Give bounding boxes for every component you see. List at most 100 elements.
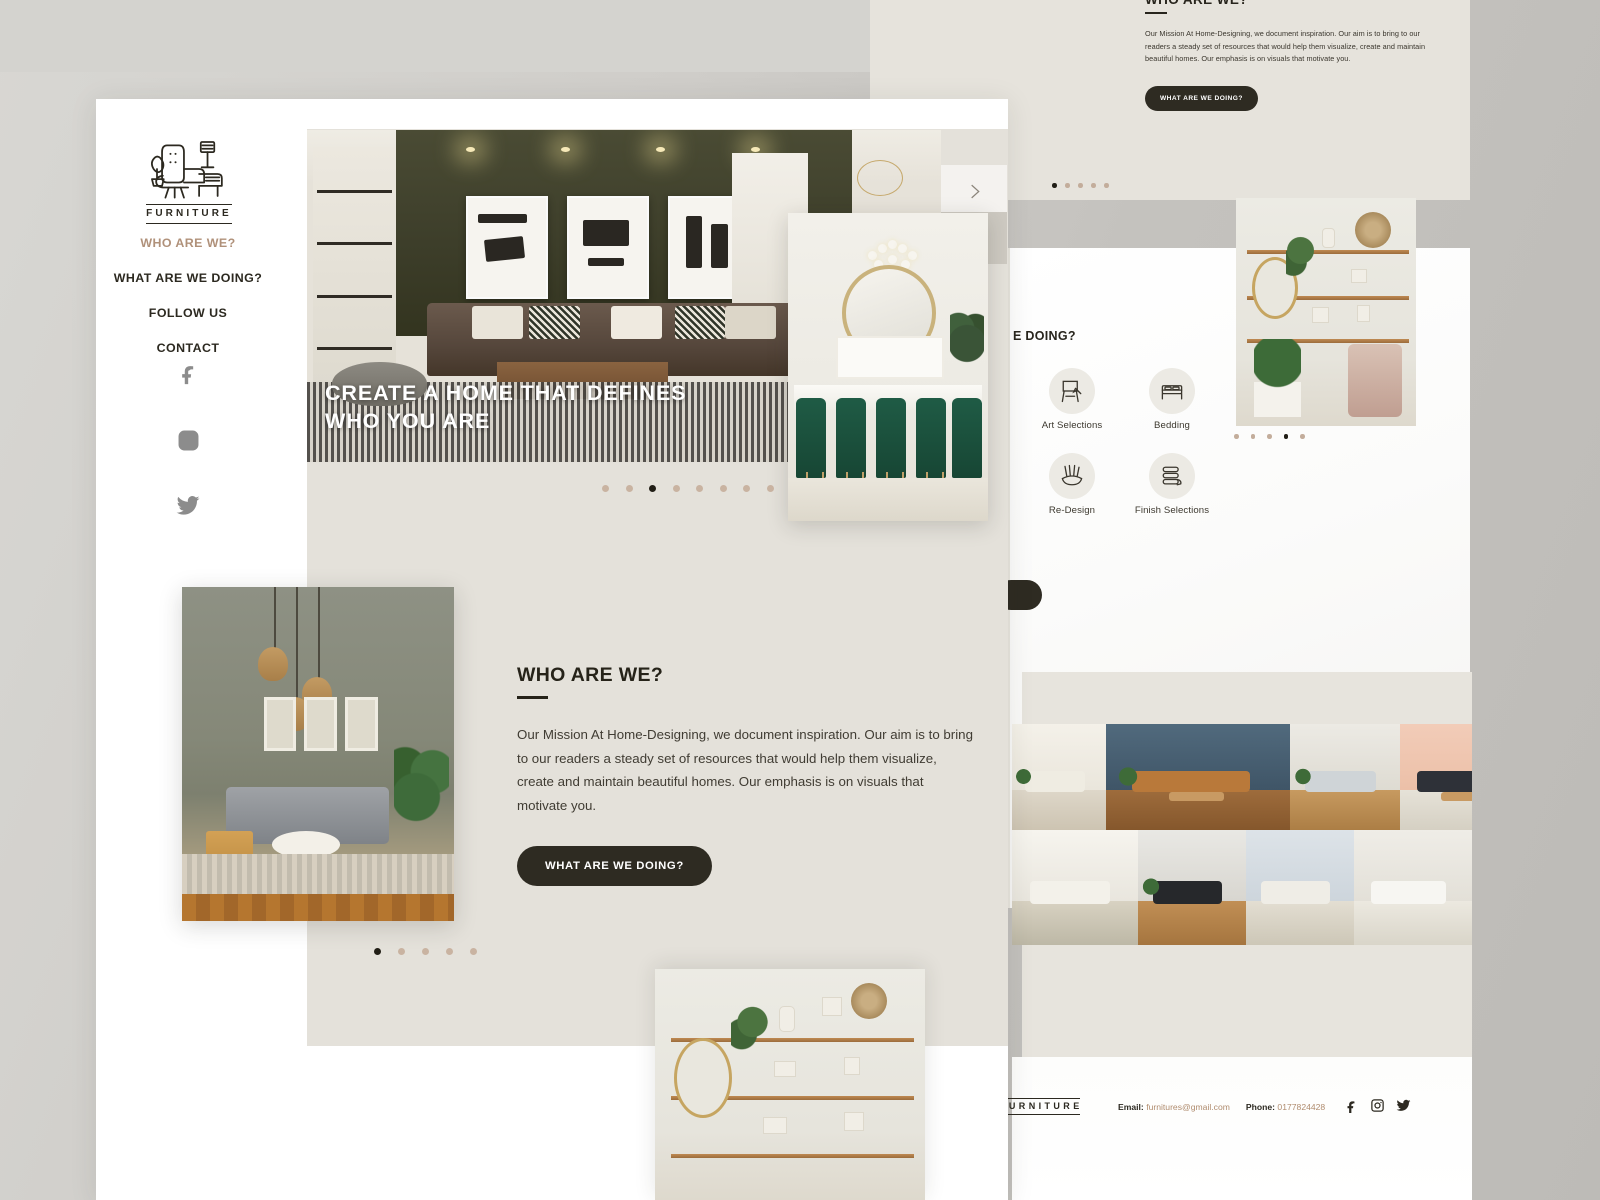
- bg-shelf-dot-3[interactable]: [1267, 434, 1272, 439]
- hero-dot-5[interactable]: [696, 485, 703, 492]
- brand-logo[interactable]: FURNITURE: [146, 137, 232, 224]
- armchair-lamp-logo-icon: [146, 137, 232, 201]
- service-label: Art Selections: [1041, 420, 1103, 431]
- instagram-icon: [1371, 1099, 1384, 1112]
- twitter-icon: [176, 496, 199, 515]
- brand-wordmark: FURNITURE: [146, 204, 232, 224]
- hero-headline-line-2: WHO YOU ARE: [325, 409, 491, 434]
- gallery-image: [1138, 830, 1246, 945]
- service-item-re-design[interactable]: Re-Design: [1022, 453, 1122, 516]
- hero-carousel-dots[interactable]: [602, 485, 774, 492]
- bg-footer: [1012, 1057, 1472, 1200]
- who-dot-1[interactable]: [374, 948, 381, 955]
- service-item-art-selections[interactable]: Art Selections: [1022, 368, 1122, 431]
- facebook-icon: [181, 366, 193, 385]
- sidebar-facebook-link[interactable]: [96, 360, 280, 386]
- gallery-image: [1012, 724, 1106, 830]
- backdrop-sheet: [0, 0, 880, 72]
- chevron-right-icon: [970, 184, 980, 198]
- bg-what-are-we-doing-button[interactable]: WHAT ARE WE DOING?: [1145, 85, 1258, 111]
- bg-hero-carousel-dots[interactable]: [1052, 183, 1109, 188]
- who-dot-3[interactable]: [422, 948, 429, 955]
- service-label: Finish Selections: [1134, 505, 1210, 516]
- hero-dot-7[interactable]: [743, 485, 750, 492]
- bottom-shelf-image: [655, 969, 925, 1200]
- bg-gallery-row-2: [1012, 830, 1472, 945]
- bg-shelf-photo: [1236, 198, 1416, 426]
- footer-phone-value[interactable]: 0177824428: [1277, 1102, 1325, 1112]
- swatch-samples-icon: [1149, 453, 1195, 499]
- bed-icon: [1149, 368, 1195, 414]
- footer-email-value[interactable]: furnitures@gmail.com: [1146, 1102, 1230, 1112]
- hero-dot-1[interactable]: [602, 485, 609, 492]
- hero-next-button[interactable]: [941, 165, 1007, 217]
- who-are-we-image: [182, 587, 454, 921]
- hero-dot-4[interactable]: [672, 485, 680, 492]
- gallery-image: [1106, 724, 1290, 830]
- bg-dot-2[interactable]: [1065, 183, 1070, 188]
- hero-dot-2[interactable]: [625, 485, 633, 492]
- bg-footer-social-links[interactable]: [1344, 1098, 1411, 1113]
- service-item-bedding[interactable]: Bedding: [1122, 368, 1222, 431]
- service-label: Bedding: [1154, 420, 1190, 431]
- hero-dot-6[interactable]: [719, 485, 727, 492]
- sidebar-item-what-are-we-doing[interactable]: WHAT ARE WE DOING?: [96, 271, 280, 285]
- bg-services-grid: Art Selections Bedding Re-Design Finish …: [1022, 368, 1222, 516]
- what-are-we-doing-button[interactable]: WHAT ARE WE DOING?: [517, 845, 712, 886]
- sidebar-item-who-are-we[interactable]: WHO ARE WE?: [96, 236, 280, 250]
- footer-phone-label: Phone:: [1245, 1102, 1276, 1112]
- gallery-image: [1354, 830, 1472, 945]
- bg-shelf-carousel-dots[interactable]: [1234, 434, 1305, 439]
- footer-facebook-link[interactable]: [1344, 1098, 1359, 1113]
- bg-dot-3[interactable]: [1078, 183, 1083, 188]
- sidebar-item-contact[interactable]: CONTACT: [96, 341, 280, 355]
- service-label: Re-Design: [1048, 505, 1096, 516]
- footer-email: Email: furnitures@gmail.com: [1118, 1102, 1230, 1112]
- bg-who-body: Our Mission At Home-Designing, we docume…: [1145, 29, 1426, 64]
- footer-email-label: Email:: [1118, 1102, 1144, 1112]
- sidebar-instagram-link[interactable]: [96, 429, 280, 452]
- dining-room-overlay-image: [788, 213, 988, 521]
- sidebar-social-links: [96, 360, 280, 560]
- who-dot-4[interactable]: [446, 948, 453, 955]
- easel-paint-icon: [1049, 368, 1095, 414]
- gallery-image: [1012, 830, 1138, 945]
- instagram-icon: [178, 430, 198, 451]
- bg-dot-4[interactable]: [1091, 183, 1096, 188]
- footer-twitter-link[interactable]: [1396, 1098, 1411, 1113]
- bg-who-title: WHO ARE WE?: [1145, 0, 1455, 7]
- hero-headline-line-1: CREATE A HOME THAT DEFINES: [325, 380, 687, 405]
- sidebar-nav: WHO ARE WE? WHAT ARE WE DOING? FOLLOW US…: [96, 236, 280, 376]
- facebook-icon: [1347, 1101, 1355, 1113]
- who-dot-2[interactable]: [398, 948, 405, 955]
- paint-brushes-icon: [1049, 453, 1095, 499]
- bg-footer-logo: FURNITURE: [1000, 1098, 1080, 1115]
- service-item-finish-selections[interactable]: Finish Selections: [1122, 453, 1222, 516]
- who-are-we-title: WHO ARE WE?: [517, 664, 664, 686]
- bg-shelf-dot-5[interactable]: [1300, 434, 1305, 439]
- footer-instagram-link[interactable]: [1370, 1098, 1385, 1113]
- who-dot-5[interactable]: [470, 948, 477, 955]
- gallery-image: [1290, 724, 1400, 830]
- title-rule: [517, 696, 548, 699]
- bg-title-rule: [1145, 12, 1167, 14]
- bg-dot-1[interactable]: [1052, 183, 1057, 188]
- who-are-we-body: Our Mission At Home-Designing, we docume…: [517, 727, 973, 813]
- bg-shelf-dot-1[interactable]: [1234, 434, 1239, 439]
- sidebar-item-follow-us[interactable]: FOLLOW US: [96, 306, 280, 320]
- who-are-we-section: WHO ARE WE? Our Mission At Home-Designin…: [517, 664, 987, 886]
- bg-who-section: WHO ARE WE? Our Mission At Home-Designin…: [1145, 0, 1455, 111]
- bg-footer-contact: Email: furnitures@gmail.com Phone: 01778…: [1118, 1102, 1325, 1112]
- sidebar-twitter-link[interactable]: [96, 495, 280, 517]
- bg-dot-5[interactable]: [1104, 183, 1109, 188]
- hero-dot-3[interactable]: [649, 485, 656, 492]
- bg-shelf-dot-4[interactable]: [1283, 434, 1289, 439]
- bg-services-title: E DOING?: [1013, 329, 1076, 343]
- who-carousel-dots[interactable]: [374, 948, 477, 955]
- gallery-image: [1400, 724, 1472, 830]
- hero-dot-8[interactable]: [766, 485, 774, 492]
- gallery-image: [1246, 830, 1354, 945]
- twitter-icon: [1396, 1099, 1411, 1111]
- footer-phone: Phone: 0177824428: [1246, 1102, 1325, 1112]
- bg-shelf-dot-2[interactable]: [1250, 434, 1256, 439]
